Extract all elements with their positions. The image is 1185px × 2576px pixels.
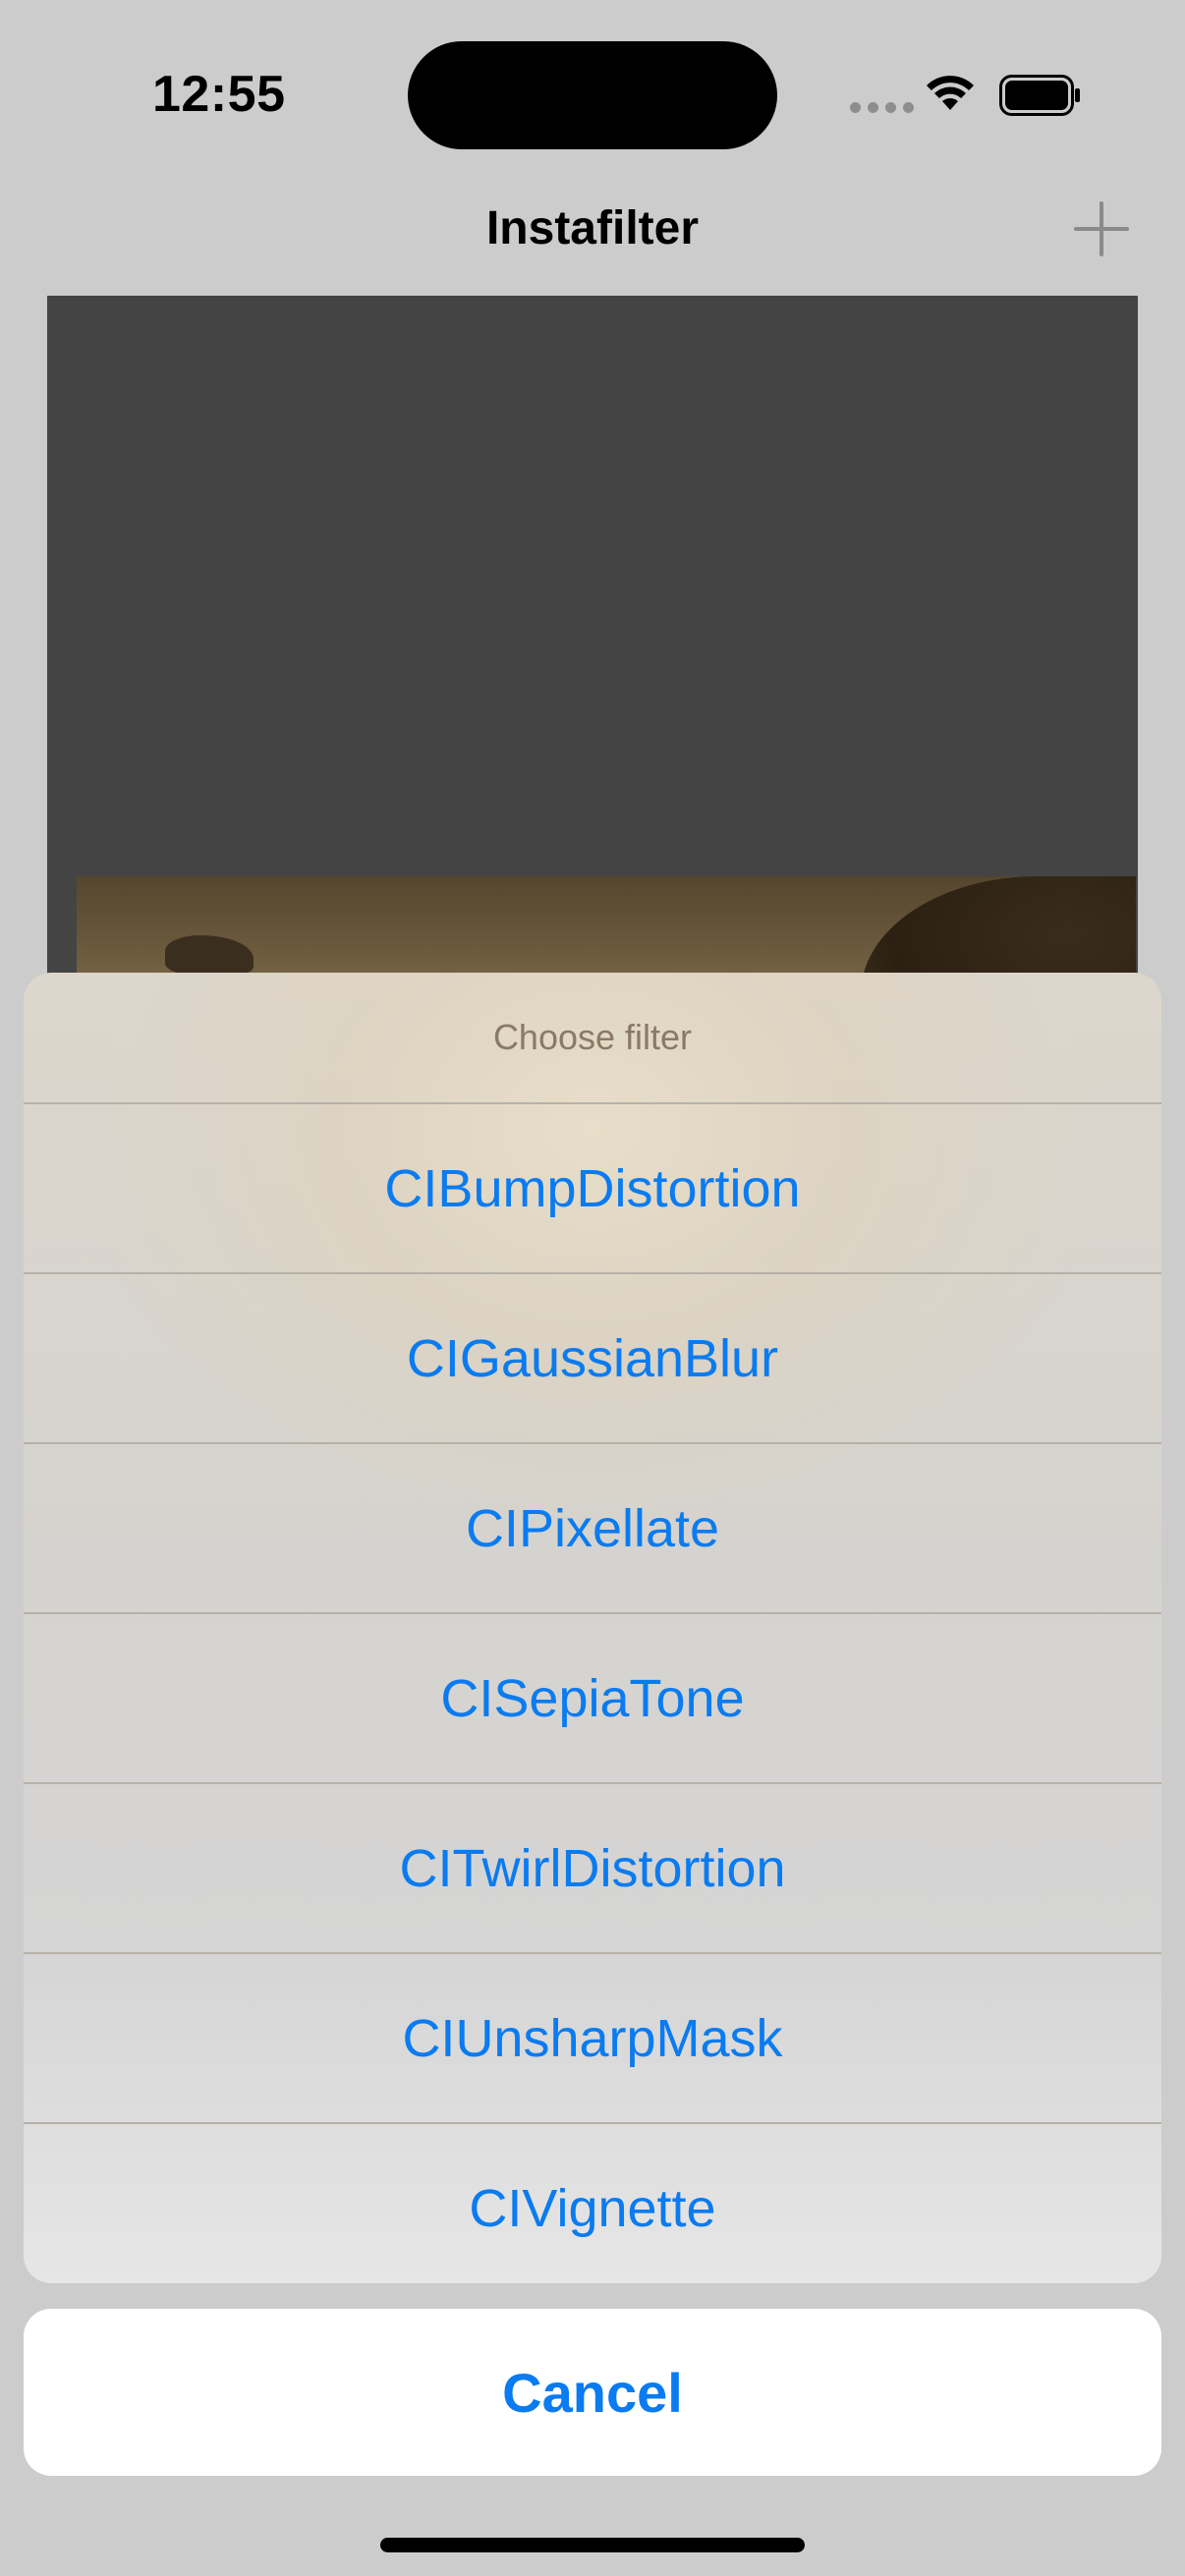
filter-option-unsharp-mask[interactable]: CIUnsharpMask <box>24 1952 1161 2122</box>
filter-option-pixellate[interactable]: CIPixellate <box>24 1442 1161 1612</box>
plus-icon[interactable] <box>1074 201 1129 256</box>
image-preview-area[interactable] <box>47 296 1138 983</box>
filter-option-bump-distortion[interactable]: CIBumpDistortion <box>24 1102 1161 1272</box>
status-time: 12:55 <box>152 66 286 123</box>
photo-rock <box>165 935 254 975</box>
action-sheet-title: Choose filter <box>492 1017 693 1057</box>
filtered-photo <box>77 876 1136 983</box>
filter-option-vignette[interactable]: CIVignette <box>24 2122 1161 2283</box>
screen: 12:55 Instafilter Choose filter CIBumpDi… <box>0 0 1185 2576</box>
wifi-icon <box>927 76 974 110</box>
home-indicator[interactable] <box>380 2538 805 2552</box>
nav-title: Instafilter <box>485 202 700 254</box>
dynamic-island <box>408 41 777 149</box>
filter-option-gaussian-blur[interactable]: CIGaussianBlur <box>24 1272 1161 1442</box>
battery-icon <box>999 75 1080 116</box>
filter-option-sepia-tone[interactable]: CISepiaTone <box>24 1612 1161 1782</box>
photo-cliff <box>861 876 1136 983</box>
cancel-button[interactable]: Cancel <box>24 2309 1161 2476</box>
action-sheet: Choose filter CIBumpDistortion CIGaussia… <box>24 973 1161 2283</box>
filter-option-twirl-distortion[interactable]: CITwirlDistortion <box>24 1782 1161 1952</box>
cellular-dots-icon <box>850 102 914 113</box>
